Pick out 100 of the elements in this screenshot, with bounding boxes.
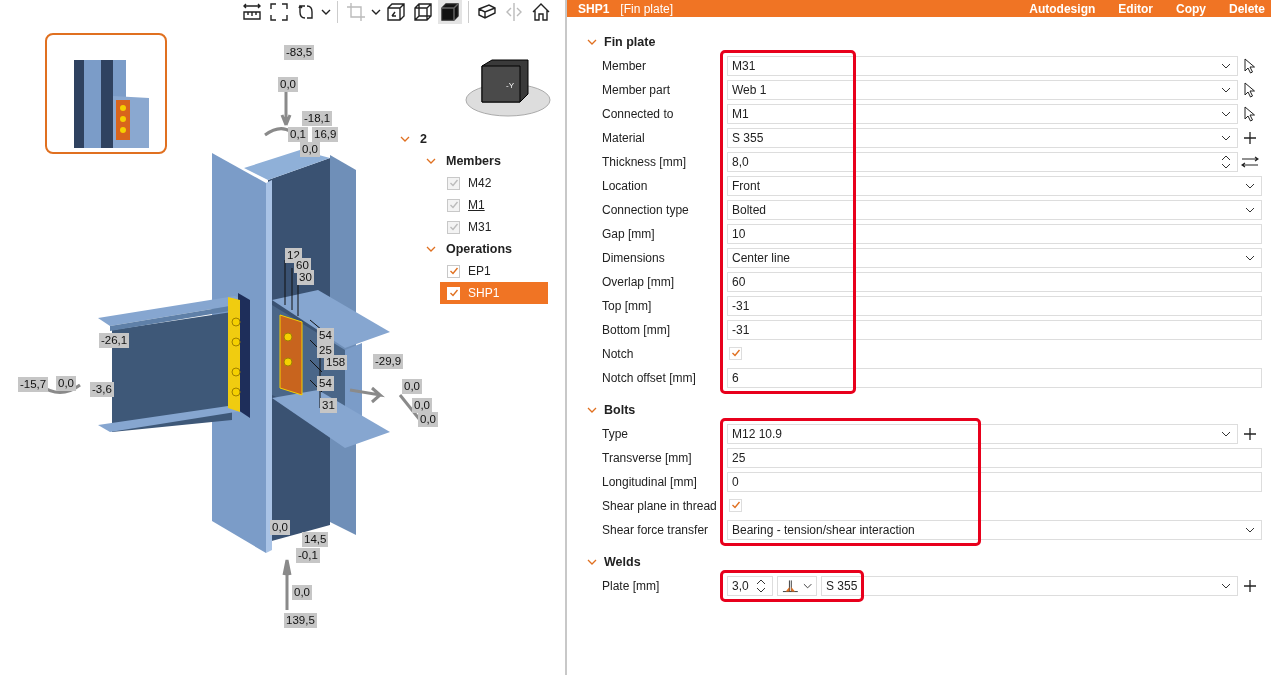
value-label: -26,1	[99, 333, 130, 348]
wire-button[interactable]	[384, 0, 408, 24]
chevron-icon	[1245, 255, 1255, 261]
dropdown[interactable]: Front	[727, 176, 1262, 196]
field-label: Dimensions	[602, 251, 666, 265]
value-label: 0,1	[288, 127, 308, 142]
dropdown[interactable]: Web 1	[727, 80, 1238, 100]
wire-icon	[386, 2, 406, 22]
rotate-icon	[296, 2, 316, 22]
hidden-button[interactable]	[411, 0, 435, 24]
checkbox[interactable]	[729, 346, 742, 360]
solid-icon	[440, 2, 460, 22]
field-label: Transverse [mm]	[602, 451, 693, 465]
field-label: Member part	[602, 83, 672, 97]
value-label: -0,1	[296, 548, 320, 563]
checkbox[interactable]	[729, 498, 742, 512]
field-label: Thickness [mm]	[602, 155, 687, 169]
section-title[interactable]: Fin plate	[604, 35, 656, 49]
section-title[interactable]: Welds	[604, 555, 641, 569]
pointer-icon[interactable]	[1244, 106, 1256, 122]
panel-subtitle: [Fin plate]	[620, 1, 674, 16]
crop-icon	[346, 2, 366, 22]
pointer-icon[interactable]	[1244, 82, 1256, 98]
section-title[interactable]: Bolts	[604, 403, 636, 417]
load-arrow	[282, 558, 292, 612]
chevron-icon	[1221, 583, 1231, 589]
tree-group[interactable]: Members	[446, 154, 501, 168]
chevron-icon	[1221, 135, 1231, 141]
expand-icon[interactable]	[587, 558, 597, 566]
input-field[interactable]: 25	[727, 448, 1262, 468]
expand-icon[interactable]	[587, 406, 597, 414]
value-label: 139,5	[284, 613, 317, 628]
expand-icon[interactable]	[426, 157, 436, 165]
value-label: 0,0	[278, 77, 298, 92]
chevron-icon	[1245, 527, 1255, 533]
preview-thumbnail[interactable]	[45, 33, 167, 154]
fit-button[interactable]	[267, 0, 291, 24]
weld-type-dropdown[interactable]	[777, 576, 817, 596]
tree-item[interactable]: EP1	[400, 260, 548, 282]
field-label: Member	[602, 59, 647, 73]
chevron-icon	[1221, 63, 1231, 69]
number-field[interactable]: 3,0	[727, 576, 773, 596]
field-label: Top [mm]	[602, 299, 653, 313]
expand-icon[interactable]	[426, 245, 436, 253]
plus-icon[interactable]	[1244, 580, 1256, 592]
value-label: 0,0	[300, 142, 320, 157]
dropdown[interactable]: Bolted	[727, 200, 1262, 220]
value-label: 0,0	[418, 412, 438, 427]
fit-icon	[269, 2, 289, 22]
dropdown[interactable]: M12 10.9	[727, 424, 1238, 444]
input-field[interactable]: 6	[727, 368, 1262, 388]
value-label: 0,0	[292, 585, 312, 600]
input-field[interactable]: 0	[727, 472, 1262, 492]
field-label: Notch	[602, 347, 635, 361]
dropdown[interactable]: M31	[727, 56, 1238, 76]
plus-icon[interactable]	[1244, 428, 1256, 440]
pointer-icon[interactable]	[1244, 58, 1256, 74]
field-label: Connection type	[602, 203, 690, 217]
value-label: 30	[297, 270, 314, 285]
value-label: -83,5	[284, 45, 315, 60]
dropdown[interactable]: Center line	[727, 248, 1262, 268]
field-label: Material	[602, 131, 646, 145]
field-label: Connected to	[602, 107, 675, 121]
value-label: -18,1	[302, 111, 333, 126]
checkbox[interactable]	[447, 264, 460, 278]
value-label: 158	[324, 355, 348, 370]
hidden-icon	[413, 2, 433, 22]
expand-icon[interactable]	[400, 135, 410, 143]
value-label: 0,0	[56, 376, 76, 391]
spinner-icon	[756, 579, 766, 593]
field-label: Type	[602, 427, 629, 441]
value-label: 0,0	[270, 520, 290, 535]
input-field[interactable]: 60	[727, 272, 1262, 292]
mirror-icon	[504, 2, 524, 22]
input-field[interactable]: 10	[727, 224, 1262, 244]
tree-group[interactable]: Operations	[446, 242, 512, 256]
panel-title: SHP1	[578, 1, 610, 16]
field-label: Longitudinal [mm]	[602, 475, 698, 489]
number-field[interactable]: 8,0	[727, 152, 1238, 172]
value-label: -3,6	[90, 382, 114, 397]
plus-icon[interactable]	[1244, 132, 1256, 144]
dropdown[interactable]: Bearing - tension/shear interaction	[727, 520, 1262, 540]
swap-icon[interactable]	[1241, 156, 1259, 168]
field-label: Shear plane in thread	[602, 499, 718, 513]
field-label: Overlap [mm]	[602, 275, 675, 289]
chevron-icon	[1221, 87, 1231, 93]
expand-icon[interactable]	[587, 38, 597, 46]
dropdown[interactable]: M1	[727, 104, 1238, 124]
solid-button[interactable]	[438, 0, 462, 24]
input-field[interactable]: -31	[727, 320, 1262, 340]
value-label: 31	[320, 398, 337, 413]
value-label: 54	[317, 328, 334, 343]
tree-node[interactable]: 2	[420, 132, 427, 146]
field-label: Plate [mm]	[602, 579, 661, 593]
field-label: Shear force transfer	[602, 523, 710, 537]
dropdown[interactable]: S 355	[727, 128, 1238, 148]
input-field[interactable]: -31	[727, 296, 1262, 316]
value-label: -29,9	[373, 354, 404, 369]
dropdown[interactable]: S 355	[821, 576, 1238, 596]
load-arrow	[348, 386, 385, 404]
